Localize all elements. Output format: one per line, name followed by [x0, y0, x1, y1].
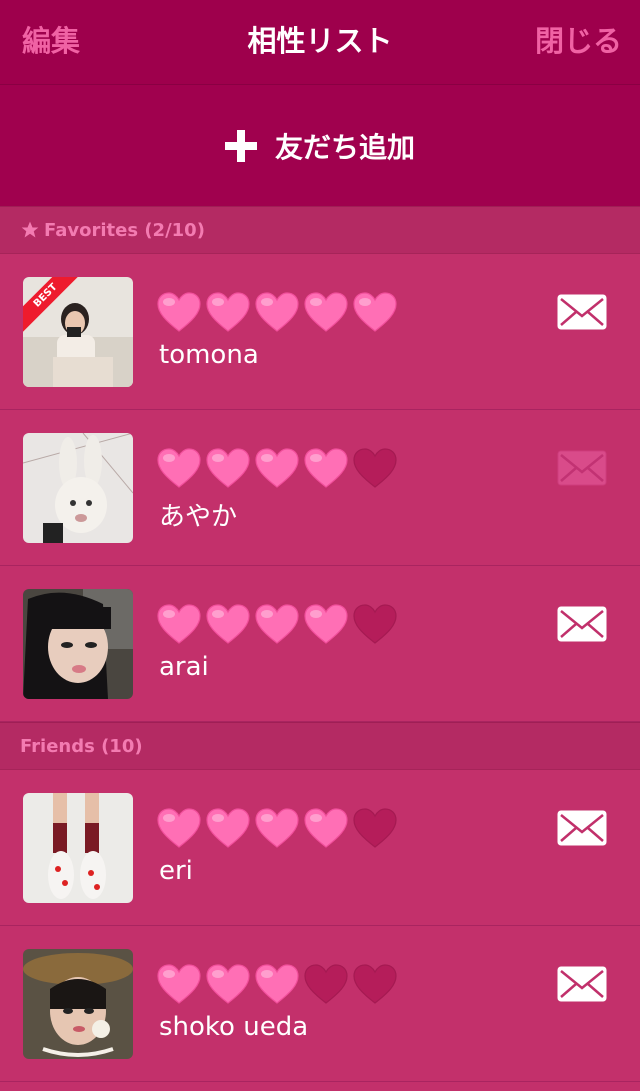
avatar: BEST — [23, 277, 133, 387]
heart-full-icon — [304, 292, 348, 332]
best-badge: BEST — [23, 277, 83, 337]
heart-full-icon — [255, 604, 299, 644]
heart-empty-icon — [353, 604, 397, 644]
favorites-section-header: Favorites (2/10) — [0, 206, 640, 254]
mail-icon[interactable] — [557, 966, 607, 1002]
rating-hearts — [156, 964, 401, 1006]
heart-full-icon — [206, 808, 250, 848]
favorites-section-label: Favorites (2/10) — [44, 219, 205, 241]
close-button[interactable]: 閉じる — [535, 18, 622, 60]
rating-hearts — [156, 604, 401, 646]
heart-empty-icon — [353, 448, 397, 488]
heart-full-icon — [206, 292, 250, 332]
heart-empty-icon — [304, 964, 348, 1004]
heart-full-icon — [304, 808, 348, 848]
heart-full-icon — [206, 448, 250, 488]
heart-full-icon — [157, 604, 201, 644]
avatar — [23, 793, 133, 903]
heart-full-icon — [353, 292, 397, 332]
friend-name: shoko ueda — [159, 1012, 309, 1042]
rating-hearts — [156, 808, 401, 850]
heart-full-icon — [206, 964, 250, 1004]
add-friend-button[interactable]: 友だち追加 — [0, 84, 640, 206]
mail-icon[interactable] — [557, 810, 607, 846]
friends-section-label: Friends (10) — [20, 735, 143, 757]
heart-full-icon — [304, 448, 348, 488]
add-friend-label: 友だち追加 — [274, 130, 415, 164]
rating-hearts — [156, 292, 401, 334]
mail-icon[interactable] — [557, 294, 607, 330]
heart-full-icon — [255, 964, 299, 1004]
mail-icon[interactable] — [557, 606, 607, 642]
rating-hearts — [156, 448, 401, 490]
list-item[interactable]: BEST tomona — [0, 254, 640, 410]
heart-full-icon — [157, 808, 201, 848]
list-item[interactable]: shoko ueda — [0, 926, 640, 1082]
avatar — [23, 589, 133, 699]
list-item[interactable]: あやか — [0, 410, 640, 566]
heart-empty-icon — [353, 964, 397, 1004]
list-item[interactable]: arai — [0, 566, 640, 722]
heart-full-icon — [255, 448, 299, 488]
heart-full-icon — [157, 448, 201, 488]
nav-bar: 編集 相性リスト 閉じる — [0, 0, 640, 84]
heart-full-icon — [304, 604, 348, 644]
friends-section-header: Friends (10) — [0, 722, 640, 770]
heart-full-icon — [157, 292, 201, 332]
heart-full-icon — [206, 604, 250, 644]
friend-name: eri — [159, 856, 193, 886]
friend-name: arai — [159, 652, 209, 682]
friend-name: あやか — [159, 502, 238, 532]
star-icon — [21, 221, 39, 238]
plus-icon — [224, 129, 257, 162]
friend-name: tomona — [159, 340, 259, 370]
heart-full-icon — [157, 964, 201, 1004]
heart-full-icon — [255, 808, 299, 848]
mail-icon[interactable] — [557, 450, 607, 486]
avatar — [23, 433, 133, 543]
heart-empty-icon — [353, 808, 397, 848]
heart-full-icon — [255, 292, 299, 332]
list-item[interactable]: eri — [0, 770, 640, 926]
avatar — [23, 949, 133, 1059]
